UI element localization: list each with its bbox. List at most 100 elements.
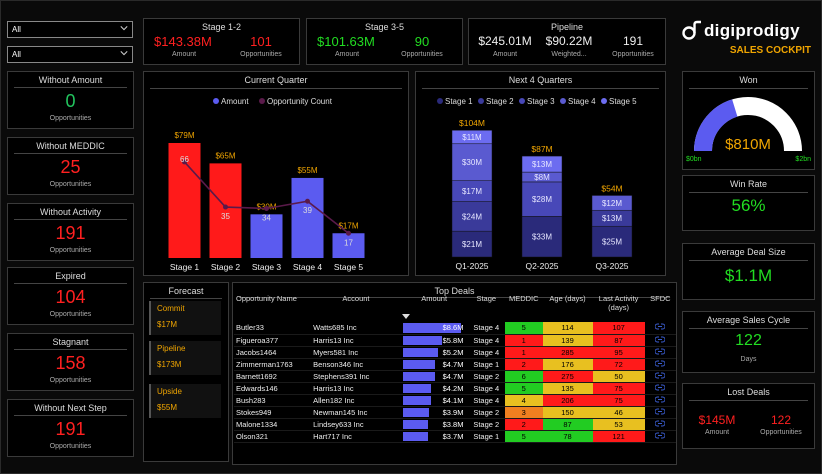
amount-value: $3.7M	[442, 431, 464, 441]
forecast-title: Forecast	[168, 286, 204, 296]
cell-amount: $3.8M	[400, 418, 468, 431]
table-row[interactable]: Zimmerman1763 Benson346 Inc $4.7M Stage 121…	[234, 358, 676, 371]
amount-value: $3.8M	[442, 419, 464, 429]
link-icon[interactable]	[654, 336, 666, 343]
avg-deal-size-value: $1.1M	[724, 266, 773, 285]
kpi-value: 158	[55, 353, 86, 373]
point-opportunity-count[interactable]	[264, 206, 269, 212]
segment-data-label: $11M	[462, 133, 482, 142]
kpi-value: 25	[60, 157, 81, 177]
col-last-activity[interactable]: Last Activity (days)	[593, 294, 645, 322]
bar-data-label: $79M	[174, 131, 194, 140]
cell-opportunity-name: Olson321	[234, 430, 312, 443]
col-amount[interactable]: Amount	[401, 294, 468, 322]
cell-meddic: 2	[505, 358, 543, 371]
col-opportunity-name[interactable]: Opportunity Name	[234, 294, 311, 322]
link-icon[interactable]	[654, 396, 666, 403]
legend-label-amount: Amount	[221, 97, 249, 106]
brand-name: digiprodigy	[704, 21, 800, 40]
link-icon[interactable]	[654, 384, 666, 391]
cell-age: 139	[542, 334, 593, 347]
cell-meddic: 5	[505, 430, 543, 443]
cell-account: Harris13 Inc	[311, 334, 401, 347]
forecast-upside[interactable]: Upside $55M	[149, 384, 221, 418]
kpi-title: Without Activity	[39, 207, 102, 217]
digiprodigy-logo-icon	[682, 20, 701, 40]
cell-age: 87	[542, 418, 593, 431]
avg-sales-cycle-title: Average Sales Cycle	[706, 315, 791, 325]
segment-data-label: $8M	[534, 173, 550, 182]
table-row[interactable]: Malone1334 Lindsey633 Inc $3.8M Stage 2 2 87 5…	[234, 418, 676, 431]
table-row[interactable]: Bush283 Allen182 Inc $4.1M Stage 4 4 206 75	[234, 394, 676, 407]
amount-value: $8.6M	[442, 323, 464, 333]
table-row[interactable]: Stokes949 Newman145 Inc $3.9M Stage 2 3 150 46	[234, 406, 676, 419]
cell-last-activity: 75	[592, 394, 645, 407]
table-row[interactable]: Butler33 Watts685 Inc $8.6M Stage 4 5 114 107	[234, 322, 676, 335]
kpi-title: Expired	[55, 271, 86, 281]
table-row[interactable]: Edwards146 Harris13 Inc $4.2M Stage 4 5 135 75	[234, 382, 676, 395]
cell-opportunity-name: Edwards146	[234, 382, 312, 395]
legend-marker-stage	[601, 98, 607, 104]
bar-amount[interactable]	[209, 163, 242, 258]
forecast-commit[interactable]: Commit $17M	[149, 301, 221, 335]
stage-1-2-amount-label: Amount	[171, 51, 197, 58]
filter-dropdown-2[interactable]: All	[7, 46, 133, 63]
pipeline-amount-label: Amount	[492, 51, 518, 58]
table-row[interactable]: Figueroa377 Harris13 Inc $5.8M Stage 4 1 139 8…	[234, 334, 676, 347]
col-account[interactable]: Account	[311, 294, 401, 322]
table-row[interactable]: Olson321 Hart717 Inc $3.7M Stage 1 5 78 121	[234, 430, 676, 443]
brand-subtitle: SALES COCKPIT	[729, 45, 811, 56]
col-amount-label: Amount	[421, 294, 448, 303]
table-row[interactable]: Barnett1692 Stephens391 Inc $4.7M Stage 262…	[234, 370, 676, 383]
cell-sfdc	[644, 358, 676, 371]
col-meddic[interactable]: MEDDIC	[505, 294, 543, 322]
x-tick-label: Stage 2	[211, 262, 241, 272]
win-rate-value: 56%	[731, 196, 766, 215]
kpi-title: Without Next Step	[34, 403, 107, 413]
cell-age: 135	[542, 382, 593, 395]
cell-last-activity: 87	[592, 334, 645, 347]
kpi-sub: Opportunities	[49, 377, 92, 384]
bar-amount[interactable]	[291, 177, 324, 258]
link-icon[interactable]	[654, 372, 666, 379]
cell-stage: Stage 2	[467, 370, 505, 383]
cell-opportunity-name: Bush283	[234, 394, 312, 407]
cell-stage: Stage 4	[467, 394, 505, 407]
col-sfdc[interactable]: SFDC	[645, 294, 676, 322]
cell-meddic: 1	[505, 334, 543, 347]
col-stage[interactable]: Stage	[467, 294, 505, 322]
legend-marker-count	[259, 98, 265, 104]
link-icon[interactable]	[654, 420, 666, 427]
cell-account: Harris13 Inc	[311, 382, 401, 395]
point-opportunity-count[interactable]	[346, 230, 351, 236]
kpi-card: Stagnant 158 Opportunities	[7, 333, 134, 391]
table-row[interactable]: Jacobs1464 Myers581 Inc $5.2M Stage 4 1 285 95	[234, 346, 676, 359]
link-icon[interactable]	[654, 360, 666, 367]
count-data-label: 17	[344, 238, 353, 247]
link-icon[interactable]	[654, 348, 666, 355]
cell-age: 150	[542, 406, 593, 419]
segment-data-label: $21M	[462, 240, 482, 249]
cell-sfdc	[644, 430, 676, 443]
filter-dropdown-1[interactable]: All	[7, 21, 133, 38]
col-age[interactable]: Age (days)	[543, 294, 593, 322]
link-icon[interactable]	[654, 323, 666, 330]
cell-account: Hart717 Inc	[311, 430, 401, 443]
kpi-card: Without MEDDIC 25 Opportunities	[7, 137, 134, 195]
sort-desc-icon[interactable]	[401, 314, 410, 320]
point-opportunity-count[interactable]	[223, 204, 228, 210]
forecast-pipeline[interactable]: Pipeline $173M	[149, 341, 221, 375]
stage-1-2-opps-label: Opportunities	[240, 51, 282, 58]
bar-data-label: $17M	[338, 221, 358, 230]
cell-last-activity: 121	[592, 430, 645, 443]
link-icon[interactable]	[654, 432, 666, 439]
cell-sfdc	[644, 370, 676, 383]
cell-age: 78	[542, 430, 593, 443]
segment-data-label: $28M	[532, 195, 552, 204]
stage-3-5-amount-label: Amount	[334, 51, 360, 58]
cell-meddic: 5	[505, 382, 543, 395]
link-icon[interactable]	[654, 408, 666, 415]
point-opportunity-count[interactable]	[305, 198, 310, 204]
pipeline-weighted-label: Weighted...	[551, 51, 587, 58]
x-tick-label: Stage 4	[293, 262, 323, 272]
